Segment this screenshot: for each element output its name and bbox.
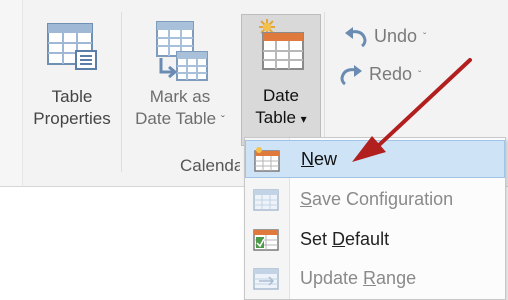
date-table-label-line2: Table ▾ xyxy=(242,107,320,130)
undo-dropdown-icon: ˇ xyxy=(423,31,427,43)
mark-as-date-table-label-line1: Mark as xyxy=(149,87,211,106)
menu-item-new[interactable]: New xyxy=(245,140,505,178)
menu-item-label: New xyxy=(301,149,337,170)
date-table-button[interactable]: Date Table ▾ xyxy=(241,14,321,146)
label-suffix: ange xyxy=(376,268,417,288)
menu-item-label: Update Range xyxy=(300,268,416,289)
label-prefix: Update xyxy=(300,268,364,288)
table-properties-label-line2: Properties xyxy=(33,109,111,128)
new-calendar-icon xyxy=(254,147,280,172)
date-table-calendar-icon xyxy=(259,19,304,70)
table-properties-icon xyxy=(47,23,97,70)
table-properties-label-line1: Table xyxy=(51,87,93,106)
menu-item-label: Save Configuration xyxy=(300,189,453,210)
access-key: R xyxy=(363,268,377,288)
date-table-text: Table xyxy=(255,108,296,127)
label-suffix: ew xyxy=(314,149,338,169)
date-table-dropdown-menu: New Save Configuration Set Default Updat… xyxy=(244,137,506,300)
redo-button[interactable]: Redo ˇ xyxy=(338,64,421,86)
mark-as-date-table-label-line2: Date Table ˇ xyxy=(124,108,236,131)
undo-label: Undo xyxy=(374,26,418,46)
menu-item-save-configuration[interactable]: Save Configuration xyxy=(245,181,505,219)
label-suffix: ave Configuration xyxy=(312,189,454,209)
ribbon-left-edge xyxy=(0,0,23,186)
menu-item-set-default[interactable]: Set Default xyxy=(245,221,505,259)
calendar-group-label: Calenda xyxy=(180,156,240,175)
redo-icon xyxy=(340,65,362,86)
set-default-icon xyxy=(253,229,279,251)
date-table-label-line1: Date xyxy=(263,86,299,105)
ribbon-separator xyxy=(121,12,122,172)
menu-item-update-range[interactable]: Update Range xyxy=(245,260,505,298)
access-key: N xyxy=(301,149,314,169)
label-suffix: efault xyxy=(345,229,390,249)
menu-item-label: Set Default xyxy=(300,229,389,250)
chevron-down-icon: ˇ xyxy=(220,113,225,127)
access-key: S xyxy=(300,189,313,209)
dropdown-arrow-icon: ▾ xyxy=(300,112,307,126)
save-config-icon xyxy=(253,189,279,211)
mark-as-date-table-button[interactable]: Mark as Date Table ˇ xyxy=(124,18,236,148)
access-key: D xyxy=(332,229,346,249)
redo-label: Redo xyxy=(369,64,413,84)
mark-as-date-table-text: Date Table xyxy=(135,109,217,128)
table-properties-button[interactable]: Table Properties xyxy=(27,18,117,148)
mark-as-date-table-icon xyxy=(156,21,208,81)
undo-button[interactable]: Undo ˇ xyxy=(343,26,426,48)
update-range-icon xyxy=(253,268,279,290)
undo-icon xyxy=(345,27,367,48)
label-prefix: Set xyxy=(300,229,333,249)
redo-dropdown-icon: ˇ xyxy=(418,69,422,81)
